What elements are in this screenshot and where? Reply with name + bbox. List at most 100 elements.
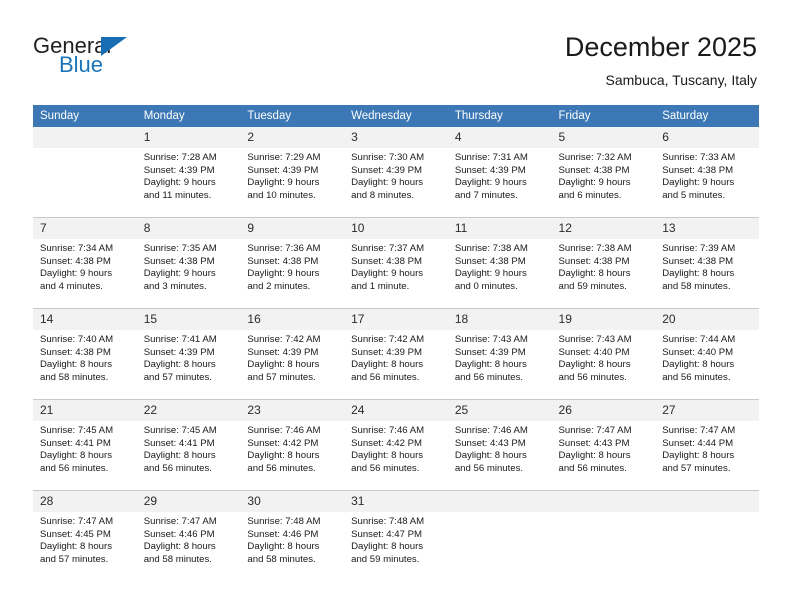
calendar-day-cell[interactable]: 8 Sunrise: 7:35 AM Sunset: 4:38 PM Daylight… (136, 217, 241, 309)
day-details: Sunrise: 7:38 AM Sunset: 4:38 PM Daylight:… (448, 239, 552, 293)
calendar-week-row: 1 Sunrise: 7:28 AM Sunset: 4:39 PM Daylight… (33, 127, 759, 218)
detail-sunset: Sunset: 4:43 PM (454, 437, 526, 449)
day-details: Sunrise: 7:45 AM Sunset: 4:41 PM Daylight:… (33, 421, 137, 475)
detail-daylight-1: Daylight: 8 hours (662, 450, 735, 462)
day-details: Sunrise: 7:31 AM Sunset: 4:39 PM Daylight:… (448, 148, 552, 202)
calendar-day-cell[interactable]: 1 Sunrise: 7:28 AM Sunset: 4:39 PM Daylight… (136, 127, 241, 218)
day-number: 6 (655, 127, 759, 148)
day-number: 20 (655, 309, 759, 330)
detail-daylight-1: Daylight: 9 hours (662, 177, 735, 189)
detail-sunrise: Sunrise: 7:47 AM (40, 516, 114, 527)
calendar-day-cell[interactable]: 31 Sunrise: 7:48 AM Sunset: 4:47 PM Dayligh… (344, 490, 448, 581)
calendar-day-cell[interactable]: 24 Sunrise: 7:46 AM Sunset: 4:42 PM Dayligh… (344, 399, 448, 491)
detail-daylight-1: Daylight: 9 hours (247, 177, 320, 189)
detail-daylight-2: and 1 minute. (351, 280, 410, 292)
page-subtitle: Sambuca, Tuscany, Italy (605, 72, 757, 88)
detail-sunrise: Sunrise: 7:39 AM (662, 243, 736, 254)
detail-daylight-2: and 7 minutes. (454, 189, 518, 201)
calendar-day-cell[interactable]: 23 Sunrise: 7:46 AM Sunset: 4:42 PM Dayligh… (240, 399, 345, 491)
calendar-day-cell[interactable]: 25 Sunrise: 7:46 AM Sunset: 4:43 PM Dayligh… (447, 399, 552, 491)
day-number: 7 (33, 218, 137, 239)
day-number: 29 (136, 491, 241, 512)
detail-sunset: Sunset: 4:38 PM (143, 255, 215, 267)
calendar-day-cell[interactable]: 18 Sunrise: 7:43 AM Sunset: 4:39 PM Dayligh… (447, 308, 552, 400)
detail-sunset: Sunset: 4:39 PM (143, 164, 215, 176)
calendar-day-cell[interactable]: 13 Sunrise: 7:39 AM Sunset: 4:38 PM Dayligh… (655, 217, 759, 309)
calendar-day-cell[interactable]: 3 Sunrise: 7:30 AM Sunset: 4:39 PM Daylight… (344, 127, 448, 218)
detail-daylight-1: Daylight: 9 hours (143, 177, 216, 189)
detail-daylight-2: and 56 minutes. (454, 371, 524, 383)
calendar-day-cell[interactable]: 26 Sunrise: 7:47 AM Sunset: 4:43 PM Dayligh… (551, 399, 656, 491)
calendar-day-cell[interactable]: 10 Sunrise: 7:37 AM Sunset: 4:38 PM Dayligh… (344, 217, 448, 309)
detail-daylight-2: and 56 minutes. (454, 462, 524, 474)
calendar-day-cell[interactable]: 27 Sunrise: 7:47 AM Sunset: 4:44 PM Dayligh… (655, 399, 759, 491)
calendar-body: 1 Sunrise: 7:28 AM Sunset: 4:39 PM Daylight… (33, 127, 759, 581)
calendar-day-cell[interactable]: 12 Sunrise: 7:38 AM Sunset: 4:38 PM Dayligh… (551, 217, 656, 309)
calendar-day-cell[interactable]: 19 Sunrise: 7:43 AM Sunset: 4:40 PM Dayligh… (551, 308, 656, 400)
detail-daylight-2: and 56 minutes. (351, 371, 420, 383)
detail-sunset: Sunset: 4:40 PM (662, 346, 734, 358)
detail-daylight-1: Daylight: 9 hours (247, 268, 320, 280)
day-details: Sunrise: 7:33 AM Sunset: 4:38 PM Daylight:… (655, 148, 759, 202)
calendar-cell-empty (33, 127, 137, 218)
detail-sunset: Sunset: 4:47 PM (351, 528, 423, 540)
detail-sunrise: Sunrise: 7:33 AM (662, 152, 736, 163)
detail-daylight-1: Daylight: 8 hours (558, 359, 631, 371)
day-number: 27 (655, 400, 759, 421)
detail-daylight-2: and 56 minutes. (351, 462, 420, 474)
detail-sunset: Sunset: 4:38 PM (40, 346, 111, 358)
weekday-header-thursday: Thursday (447, 105, 552, 127)
detail-daylight-1: Daylight: 8 hours (351, 450, 424, 462)
detail-sunrise: Sunrise: 7:42 AM (247, 334, 321, 345)
calendar-day-cell[interactable]: 15 Sunrise: 7:41 AM Sunset: 4:39 PM Dayligh… (136, 308, 241, 400)
calendar-day-cell[interactable]: 4 Sunrise: 7:31 AM Sunset: 4:39 PM Daylight… (447, 127, 552, 218)
weekday-header-tuesday: Tuesday (240, 105, 345, 127)
day-details: Sunrise: 7:46 AM Sunset: 4:43 PM Daylight:… (448, 421, 552, 475)
calendar-day-cell[interactable]: 21 Sunrise: 7:45 AM Sunset: 4:41 PM Dayligh… (33, 399, 137, 491)
calendar-week-row: 21 Sunrise: 7:45 AM Sunset: 4:41 PM Dayligh… (33, 399, 759, 491)
calendar-day-cell[interactable]: 16 Sunrise: 7:42 AM Sunset: 4:39 PM Dayligh… (240, 308, 345, 400)
calendar-day-cell[interactable]: 7 Sunrise: 7:34 AM Sunset: 4:38 PM Daylight… (33, 217, 137, 309)
calendar-day-cell[interactable]: 17 Sunrise: 7:42 AM Sunset: 4:39 PM Dayligh… (344, 308, 448, 400)
weekday-header-wednesday: Wednesday (344, 105, 448, 127)
detail-sunset: Sunset: 4:40 PM (558, 346, 630, 358)
day-details: Sunrise: 7:30 AM Sunset: 4:39 PM Daylight:… (344, 148, 448, 202)
detail-daylight-2: and 3 minutes. (143, 280, 207, 292)
detail-daylight-1: Daylight: 8 hours (454, 359, 527, 371)
day-number: 8 (136, 218, 241, 239)
day-number: 4 (447, 127, 552, 148)
calendar-day-cell[interactable]: 28 Sunrise: 7:47 AM Sunset: 4:45 PM Dayligh… (33, 490, 137, 581)
detail-daylight-1: Daylight: 8 hours (143, 450, 216, 462)
calendar-day-cell[interactable]: 9 Sunrise: 7:36 AM Sunset: 4:38 PM Daylight… (240, 217, 345, 309)
day-details: Sunrise: 7:47 AM Sunset: 4:44 PM Daylight:… (655, 421, 759, 475)
day-number: 12 (551, 218, 656, 239)
calendar-day-cell[interactable]: 2 Sunrise: 7:29 AM Sunset: 4:39 PM Daylight… (240, 127, 345, 218)
calendar-day-cell[interactable]: 11 Sunrise: 7:38 AM Sunset: 4:38 PM Dayligh… (447, 217, 552, 309)
calendar-day-cell[interactable]: 29 Sunrise: 7:47 AM Sunset: 4:46 PM Dayligh… (136, 490, 241, 581)
detail-sunrise: Sunrise: 7:41 AM (143, 334, 217, 345)
detail-sunrise: Sunrise: 7:35 AM (143, 243, 217, 254)
detail-sunset: Sunset: 4:39 PM (351, 346, 423, 358)
detail-daylight-1: Daylight: 8 hours (351, 541, 424, 553)
calendar-day-cell[interactable]: 20 Sunrise: 7:44 AM Sunset: 4:40 PM Dayligh… (655, 308, 759, 400)
detail-sunset: Sunset: 4:39 PM (454, 346, 526, 358)
weekday-header-sunday: Sunday (33, 105, 137, 127)
day-number: 23 (240, 400, 345, 421)
detail-daylight-1: Daylight: 8 hours (40, 541, 112, 553)
detail-daylight-2: and 56 minutes. (247, 462, 316, 474)
detail-sunrise: Sunrise: 7:29 AM (247, 152, 321, 163)
calendar-day-cell[interactable]: 14 Sunrise: 7:40 AM Sunset: 4:38 PM Dayligh… (33, 308, 137, 400)
detail-daylight-1: Daylight: 8 hours (40, 450, 112, 462)
detail-daylight-2: and 57 minutes. (247, 371, 316, 383)
detail-daylight-2: and 10 minutes. (247, 189, 316, 201)
detail-daylight-2: and 57 minutes. (40, 553, 109, 565)
day-number: 22 (136, 400, 241, 421)
weekday-header-friday: Friday (551, 105, 656, 127)
calendar-day-cell[interactable]: 30 Sunrise: 7:48 AM Sunset: 4:46 PM Dayligh… (240, 490, 345, 581)
calendar-day-cell[interactable]: 5 Sunrise: 7:32 AM Sunset: 4:38 PM Daylight… (551, 127, 656, 218)
detail-sunrise: Sunrise: 7:38 AM (454, 243, 528, 254)
general-blue-logo[interactable]: General Blue (33, 33, 173, 83)
calendar-day-cell[interactable]: 6 Sunrise: 7:33 AM Sunset: 4:38 PM Daylight… (655, 127, 759, 218)
calendar-day-cell[interactable]: 22 Sunrise: 7:45 AM Sunset: 4:41 PM Dayligh… (136, 399, 241, 491)
detail-daylight-1: Daylight: 8 hours (143, 359, 216, 371)
